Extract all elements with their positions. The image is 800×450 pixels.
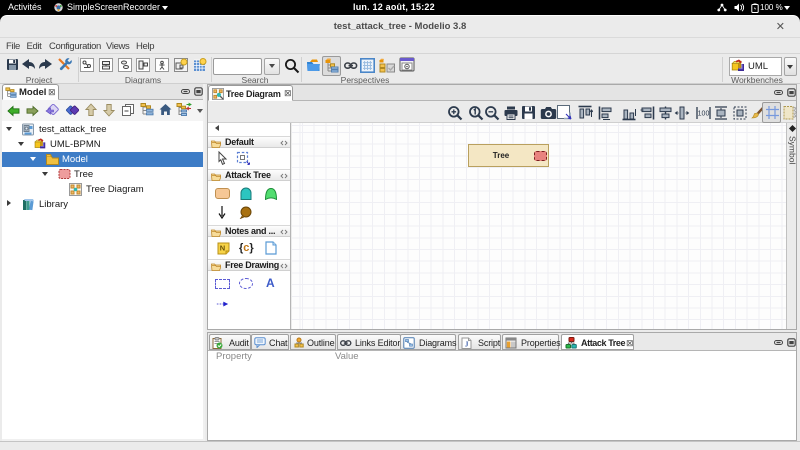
svg-text:J: J	[465, 340, 469, 349]
svg-text:100: 100	[698, 111, 710, 118]
svg-text:N: N	[220, 244, 225, 253]
